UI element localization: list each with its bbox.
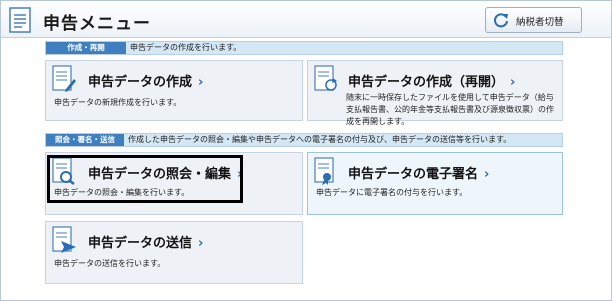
card-create[interactable]: 申告データの作成 › 申告データの新規作成を行います。: [45, 60, 303, 121]
chevron-right-icon: ›: [237, 167, 243, 182]
header: 申告メニュー 納税者切替: [1, 1, 611, 38]
chevron-right-icon: ›: [510, 75, 516, 90]
card-create-desc: 申告データの新規作成を行います。: [54, 98, 182, 107]
card-edit[interactable]: 申告データの照会・編集 › 申告データの照会・編集を行います。: [45, 152, 303, 215]
card-edit-title: 申告データの照会・編集 ›: [88, 167, 243, 182]
section-manage-bar: 照会・署名・送信 作成した申告データの照会・編集や申告データへの電子署名の付与及…: [45, 133, 563, 147]
card-send[interactable]: 申告データの送信 › 申告データの送信を行います。: [45, 221, 303, 284]
section-create-desc: 申告データの作成を行います。: [130, 43, 242, 52]
card-resume-title: 申告データの作成（再開） ›: [348, 75, 516, 90]
section-manage-tag: 照会・署名・送信: [46, 134, 124, 146]
chevron-right-icon: ›: [198, 236, 204, 251]
card-create-title: 申告データの作成 ›: [88, 75, 204, 90]
card-sign-desc: 申告データに電子署名の付与を行います。: [316, 188, 468, 197]
document-icon: [9, 7, 31, 33]
card-sign-title: 申告データの電子署名 ›: [348, 167, 490, 182]
chevron-right-icon: ›: [198, 75, 204, 90]
document-edit-icon: [52, 65, 76, 92]
document-view-icon: [52, 157, 75, 185]
refresh-icon: [494, 13, 508, 28]
card-send-desc: 申告データの送信を行います。: [54, 259, 166, 268]
document-sign-icon: [314, 157, 334, 185]
card-resume[interactable]: 申告データの作成（再開） › 随末に一時保存したファイルを使用して申告データ（給与…: [307, 60, 563, 126]
card-sign[interactable]: 申告データの電子署名 › 申告データに電子署名の付与を行います。: [307, 152, 563, 215]
switch-taxpayer-button[interactable]: 納税者切替: [485, 7, 582, 33]
chevron-right-icon: ›: [484, 167, 490, 182]
switch-taxpayer-label: 納税者切替: [516, 17, 564, 28]
section-create-tag: 作成・再開: [46, 42, 126, 54]
page-title: 申告メニュー: [43, 14, 151, 34]
section-manage-desc: 作成した申告データの照会・編集や申告データへの電子署名の付与及び、申告データの送…: [128, 135, 512, 144]
card-send-title: 申告データの送信 ›: [88, 236, 204, 251]
section-create-bar: 作成・再開 申告データの作成を行います。: [45, 41, 563, 55]
card-resume-desc: 随末に一時保存したファイルを使用して申告データ（給与支払報告書、公的年金等支払報…: [346, 93, 554, 126]
document-resume-icon: [314, 65, 337, 91]
card-edit-desc: 申告データの照会・編集を行います。: [54, 188, 190, 197]
document-send-icon: [52, 226, 76, 253]
